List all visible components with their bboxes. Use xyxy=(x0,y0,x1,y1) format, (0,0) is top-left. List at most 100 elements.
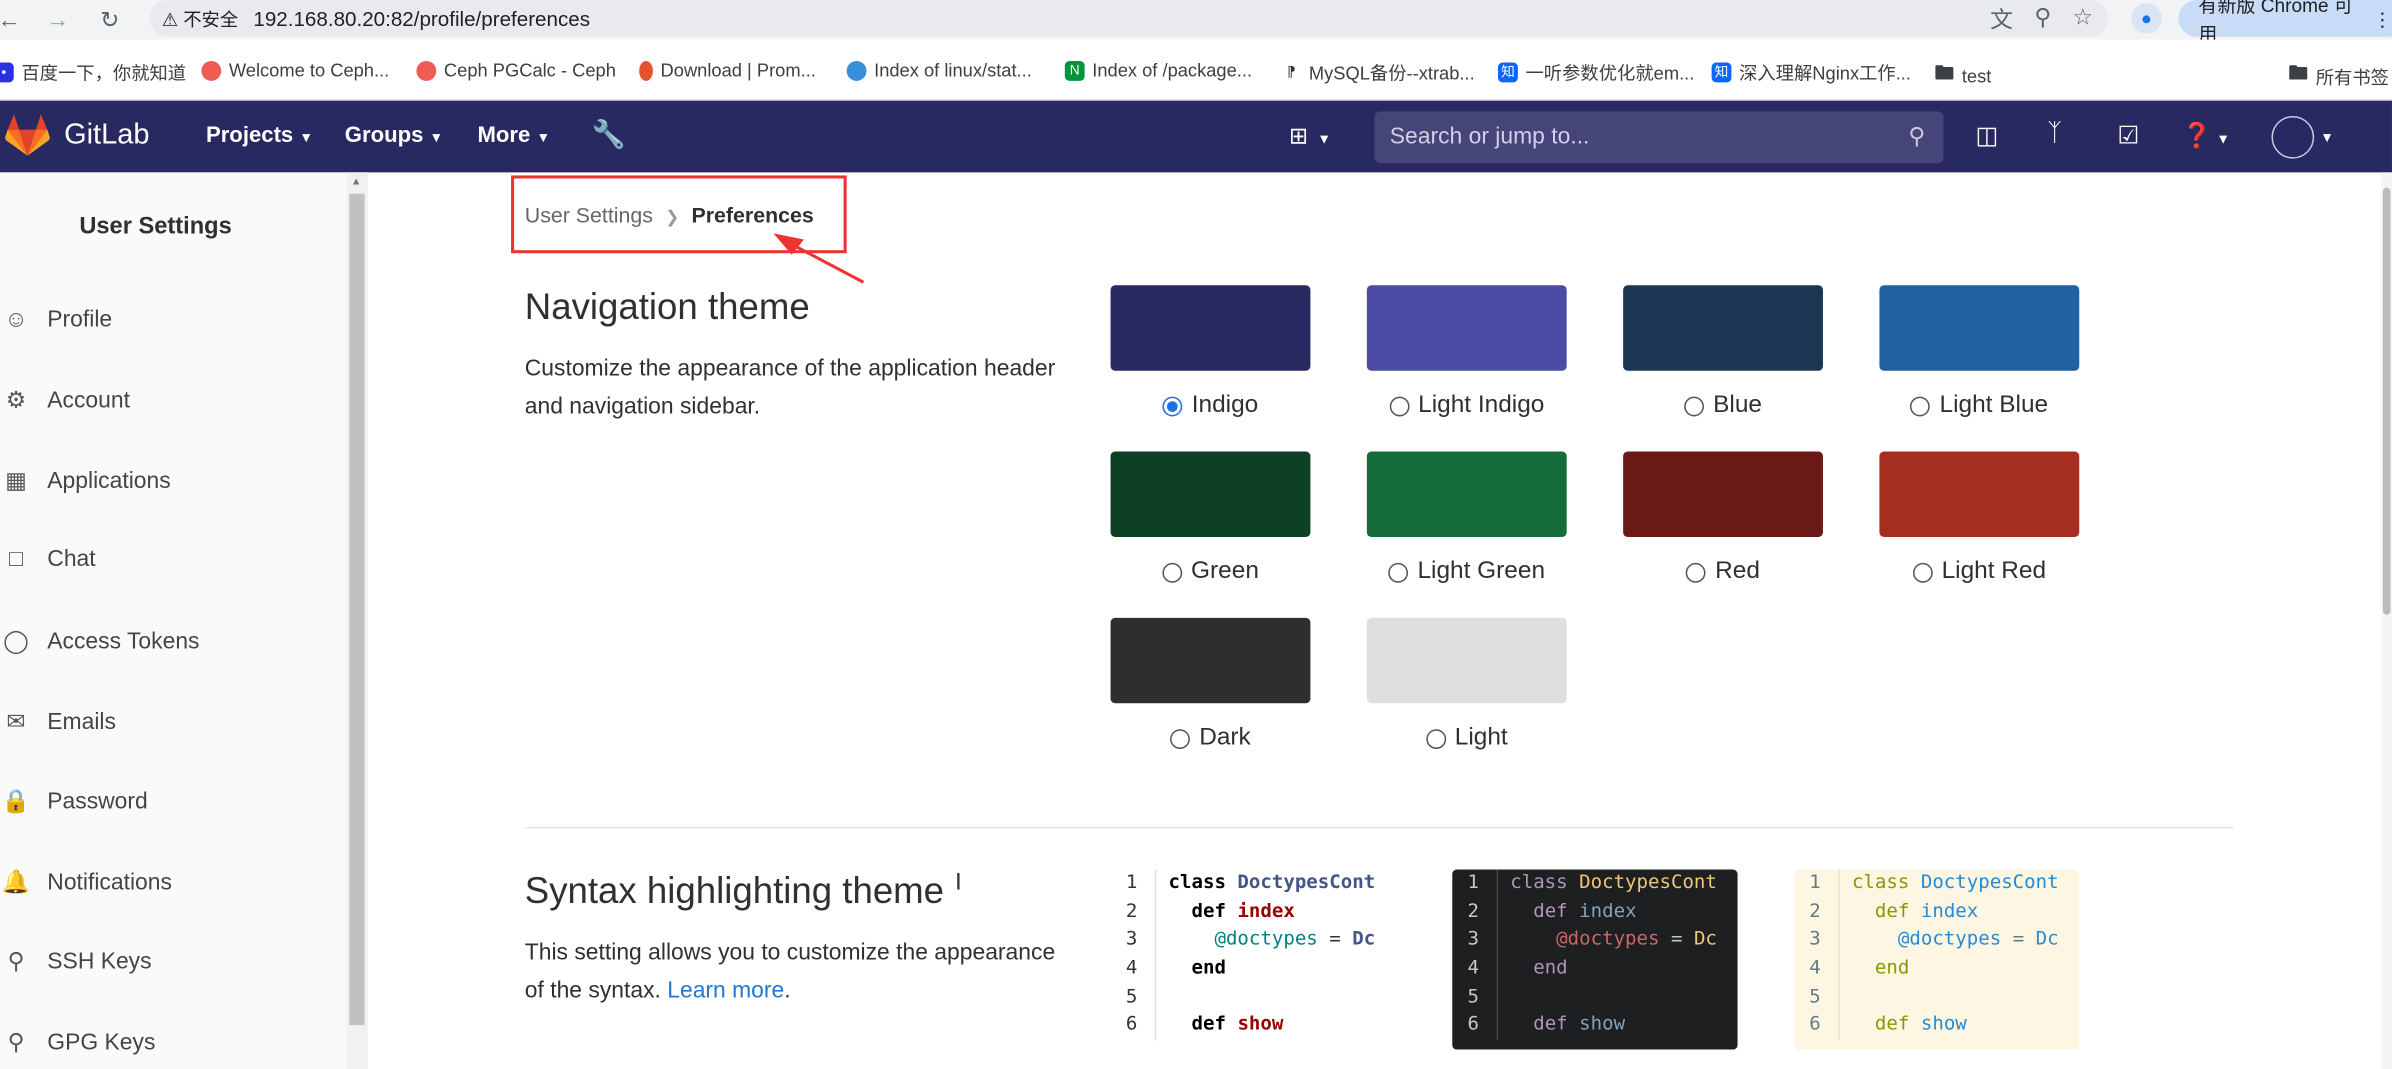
theme-label: Indigo xyxy=(1191,392,1259,418)
groups-menu[interactable]: Groups ▼ xyxy=(345,124,443,148)
back-icon[interactable]: ← xyxy=(0,3,27,37)
translate-icon[interactable]: 文 xyxy=(1990,3,2013,35)
theme-swatch[interactable] xyxy=(1879,285,2080,371)
projects-menu[interactable]: Projects ▼ xyxy=(206,124,313,148)
bell-icon: 🔔 xyxy=(1,869,31,896)
gitlab-brand[interactable]: GitLab xyxy=(64,119,149,153)
learn-more-link[interactable]: Learn more xyxy=(667,977,784,1003)
chevron-down-icon[interactable]: ▼ xyxy=(2320,130,2334,145)
theme-swatch[interactable] xyxy=(1623,451,1823,537)
theme-swatch[interactable] xyxy=(1366,617,1567,704)
theme-radio[interactable] xyxy=(1162,395,1183,416)
theme-option-dark[interactable]: Dark xyxy=(1110,617,1311,752)
sidebar-item-emails[interactable]: ✉ Emails xyxy=(0,708,116,736)
bookmark-ceph-pgcalc[interactable]: Ceph PGCalc - Ceph xyxy=(416,59,616,81)
bookmark-folder-test[interactable]: 🖿 test xyxy=(1934,59,1991,93)
theme-radio[interactable] xyxy=(1425,728,1446,749)
bookmark-prometheus[interactable]: Download | Prom... xyxy=(639,59,816,81)
bookmark-mysql[interactable]: ⁋ MySQL备份--xtrab... xyxy=(1281,59,1475,85)
theme-radio[interactable] xyxy=(1389,395,1409,416)
bookmark-zhihu-params[interactable]: 知一听参数优化就em... xyxy=(1498,59,1694,85)
not-secure-warning[interactable]: ⚠ 不安全 xyxy=(162,5,238,31)
sidebar-item-account[interactable]: ⚙ Account xyxy=(0,386,130,414)
bookmark-ceph-welcome[interactable]: Welcome to Ceph... xyxy=(201,59,389,81)
sidebar-item-access-tokens[interactable]: ◯ Access Tokens xyxy=(0,627,199,655)
bookmark-zhihu-nginx[interactable]: 知深入理解Nginx工作... xyxy=(1711,59,1911,85)
sidebar-item-ssh-keys[interactable]: ⚲ SSH Keys xyxy=(0,947,152,975)
theme-option-green[interactable]: Green xyxy=(1110,451,1311,586)
theme-swatch[interactable] xyxy=(1879,451,2080,537)
issues-icon[interactable]: ◫ xyxy=(1976,121,1999,152)
profile-icon[interactable]: ● xyxy=(2131,3,2162,34)
admin-wrench-icon[interactable]: 🔧 xyxy=(592,119,626,151)
theme-swatch[interactable] xyxy=(1110,451,1311,537)
theme-radio[interactable] xyxy=(1910,395,1931,416)
search-icon[interactable]: ⚲ xyxy=(1908,122,1925,150)
kebab-menu-icon[interactable]: ⋮ xyxy=(2373,7,2392,29)
baidu-icon: • xyxy=(0,62,14,83)
page-scrollbar[interactable] xyxy=(2381,172,2392,1069)
theme-option-light-indigo[interactable]: Light Indigo xyxy=(1366,285,1567,419)
theme-option-red[interactable]: Red xyxy=(1623,451,1823,586)
theme-swatch[interactable] xyxy=(1110,617,1311,704)
search-input[interactable]: Search or jump to... ⚲ xyxy=(1374,111,1944,164)
syntax-preview-white[interactable]: 1 class DoctypesCont 2 def index 3 @doctype… xyxy=(1110,869,1396,1050)
sidebar-item-profile[interactable]: ☺ Profile xyxy=(0,307,112,333)
sidebar-title[interactable]: User Settings xyxy=(79,214,231,241)
user-avatar[interactable] xyxy=(2271,115,2315,159)
code-line: 1 class DoctypesCont xyxy=(1794,869,2079,899)
url-text[interactable]: 192.168.80.20:82/profile/preferences xyxy=(253,7,590,30)
more-menu[interactable]: More ▼ xyxy=(477,124,550,148)
new-item-dropdown[interactable]: ⊞ ▼ xyxy=(1289,122,1331,150)
sidebar-item-applications[interactable]: ▦ Applications xyxy=(0,467,170,495)
help-dropdown[interactable]: ❓ ▼ xyxy=(2181,121,2230,152)
theme-option-blue[interactable]: Blue xyxy=(1623,285,1823,419)
zhihu-icon: 知 xyxy=(1711,62,1732,83)
sidebar-item-password[interactable]: 🔒 Password xyxy=(0,787,148,815)
page-scrollbar-thumb[interactable] xyxy=(2382,187,2391,615)
code-token: show xyxy=(1237,1012,1284,1035)
theme-option-light-red[interactable]: Light Red xyxy=(1879,451,2080,586)
zoom-icon[interactable]: ⚲ xyxy=(2034,3,2051,35)
theme-swatch[interactable] xyxy=(1110,285,1311,371)
star-icon[interactable]: ☆ xyxy=(2072,3,2093,35)
bookmark-baidu[interactable]: • 百度一下，你就知道 xyxy=(0,59,186,85)
sidebar-item-gpg-keys[interactable]: ⚲ GPG Keys xyxy=(0,1028,156,1056)
theme-option-light[interactable]: Light xyxy=(1366,617,1567,752)
reload-icon[interactable]: ↻ xyxy=(92,3,129,37)
bookmark-linux-stat[interactable]: Index of linux/stat... xyxy=(846,59,1032,81)
theme-swatch[interactable] xyxy=(1623,285,1823,371)
theme-radio[interactable] xyxy=(1686,562,1706,582)
all-bookmarks-button[interactable]: 🖿 所有书签 xyxy=(2288,59,2389,93)
theme-option-light-green[interactable]: Light Green xyxy=(1366,451,1567,586)
code-token: DoctypesCont xyxy=(1237,869,1376,893)
theme-option-light-blue[interactable]: Light Blue xyxy=(1879,285,2080,419)
theme-radio[interactable] xyxy=(1912,562,1933,582)
code-token: def xyxy=(1874,898,1921,921)
bookmark-nginx-packages[interactable]: N Index of /package... xyxy=(1064,59,1252,81)
gitlab-logo-icon[interactable] xyxy=(5,114,51,157)
update-chrome-button[interactable]: 有新版 Chrome 可用 ⋮ xyxy=(2178,0,2392,46)
todos-icon[interactable]: ☑ xyxy=(2117,121,2139,152)
scroll-up-icon[interactable]: ▲ xyxy=(351,177,362,188)
sidebar-item-label: Password xyxy=(47,787,148,814)
merge-requests-icon[interactable]: ᛉ xyxy=(2047,121,2062,148)
theme-swatch[interactable] xyxy=(1366,451,1567,537)
theme-radio[interactable] xyxy=(1170,728,1191,749)
code-token: show xyxy=(1579,1012,1626,1035)
theme-swatch[interactable] xyxy=(1366,285,1567,371)
sidebar-item-notifications[interactable]: 🔔 Notifications xyxy=(0,868,172,896)
theme-radio[interactable] xyxy=(1684,395,1704,416)
theme-radio[interactable] xyxy=(1162,562,1182,582)
globe-icon xyxy=(846,60,867,81)
syntax-preview-dark[interactable]: 1 class DoctypesCont 2 def index 3 @doctype… xyxy=(1452,869,1738,1050)
sidebar-scrollbar-thumb[interactable] xyxy=(349,193,365,1026)
theme-option-indigo[interactable]: Indigo xyxy=(1110,285,1311,419)
syntax-preview-solarized-light[interactable]: 1 class DoctypesCont 2 def index 3 @doctype… xyxy=(1793,869,2080,1050)
sidebar-scrollbar[interactable]: ▲ xyxy=(346,172,368,1069)
sidebar-item-chat[interactable]: □ Chat xyxy=(0,546,96,572)
address-bar[interactable]: ⚠ 不安全 192.168.80.20:82/profile/preferenc… xyxy=(149,0,2109,37)
theme-radio[interactable] xyxy=(1388,562,1409,582)
forward-icon[interactable]: → xyxy=(40,3,77,37)
